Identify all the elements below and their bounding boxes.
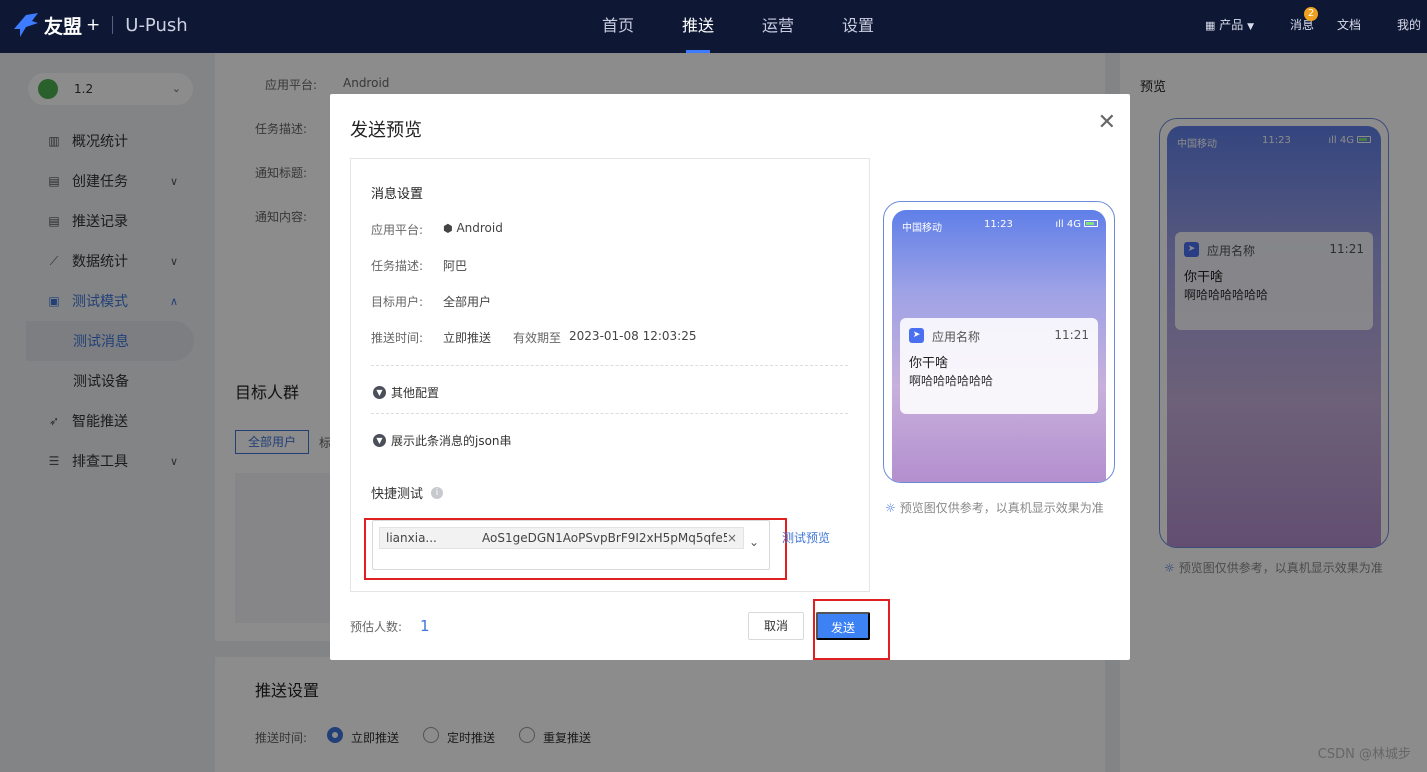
- dashed-divider: [371, 365, 848, 366]
- preview-hint-text: 预览图仅供参考，以真机显示效果为准: [899, 501, 1104, 515]
- estimate-value: 1: [420, 617, 430, 635]
- umeng-logo[interactable]: 友盟 + U-Push: [12, 10, 188, 40]
- caret-down-icon: ▼: [1247, 22, 1254, 32]
- product-name: U-Push: [125, 14, 188, 36]
- chevron-down-circle-icon: ▼: [373, 434, 386, 447]
- other-config-toggle[interactable]: ▼ 其他配置: [373, 384, 439, 401]
- highlight-box-send: [813, 599, 890, 660]
- cancel-button[interactable]: 取消: [748, 612, 804, 640]
- brand-name: 友盟: [44, 15, 83, 38]
- signal-indicator: ıll 4G: [1055, 219, 1098, 230]
- chevron-down-circle-icon: ▼: [373, 386, 386, 399]
- target-row: 目标用户: 全部用户: [371, 293, 491, 310]
- app-icon: ➤: [909, 328, 924, 343]
- products-label: 产品: [1219, 18, 1244, 32]
- nav-push[interactable]: 推送: [658, 0, 738, 53]
- desc-row: 任务描述: 阿巴: [371, 257, 467, 274]
- platform-key: 应用平台:: [371, 223, 424, 237]
- lightbulb-icon: ☼: [885, 500, 896, 515]
- test-preview-link[interactable]: 测试预览: [782, 529, 830, 546]
- umeng-bird-icon: [14, 13, 38, 37]
- android-icon: ⬢: [443, 222, 453, 235]
- notif-time: 11:21: [1054, 328, 1089, 342]
- quick-test-heading: 快捷测试 i: [371, 483, 444, 502]
- grid-icon: ▦: [1205, 19, 1216, 32]
- watermark: CSDN @林城步: [1317, 747, 1411, 762]
- logo-divider: [112, 16, 114, 34]
- other-config-label: 其他配置: [391, 386, 440, 400]
- dashed-divider: [371, 413, 848, 414]
- show-json-toggle[interactable]: ▼ 展示此条消息的json串: [373, 432, 512, 449]
- time-key: 推送时间:: [371, 331, 424, 345]
- status-time: 11:23: [984, 219, 1013, 230]
- platform-row: 应用平台: ⬢ Android: [371, 221, 503, 238]
- brand-plus: +: [86, 15, 101, 35]
- notif-app-name: 应用名称: [932, 330, 981, 344]
- mine-link[interactable]: 我的: [1397, 0, 1421, 53]
- carrier-label: 中国移动: [902, 223, 942, 234]
- desc-key: 任务描述:: [371, 259, 424, 273]
- estimate-label: 预估人数:: [350, 619, 403, 634]
- close-icon[interactable]: ✕: [1098, 112, 1116, 134]
- desc-value: 阿巴: [443, 259, 468, 273]
- nav-settings[interactable]: 设置: [818, 0, 898, 53]
- estimate-row: 预估人数: 1: [350, 617, 430, 635]
- notification-card: ➤ 应用名称 11:21 你干啥 啊哈哈哈哈哈哈: [900, 318, 1098, 414]
- target-value: 全部用户: [443, 295, 492, 309]
- highlight-box-select: [364, 518, 787, 580]
- valid-until-value: 2023-01-08 12:03:25: [569, 329, 697, 343]
- message-count-badge: 2: [1304, 7, 1318, 21]
- preview-hint: ☼ 预览图仅供参考，以真机显示效果为准: [885, 499, 1104, 516]
- time-row: 推送时间: 立即推送 有效期至 2023-01-08 12:03:25: [371, 329, 696, 346]
- platform-value: ⬢ Android: [443, 221, 503, 235]
- notif-body: 啊哈哈哈哈哈哈: [909, 374, 994, 388]
- top-navigation-bar: 友盟 + U-Push 首页 推送 运营 设置 ▦ 产品 ▼ 消息 2 文档 我…: [0, 0, 1427, 53]
- messages-link[interactable]: 消息 2: [1290, 0, 1318, 53]
- time-value: 立即推送: [443, 331, 492, 345]
- quick-test-label: 快捷测试: [371, 487, 424, 502]
- section-title: 消息设置: [371, 187, 424, 202]
- main-nav: 首页 推送 运营 设置: [578, 0, 898, 53]
- notif-title: 你干啥: [909, 356, 949, 371]
- products-menu[interactable]: ▦ 产品 ▼: [1205, 0, 1254, 53]
- target-key: 目标用户:: [371, 295, 424, 309]
- battery-icon: [1084, 220, 1098, 227]
- nav-home[interactable]: 首页: [578, 0, 658, 53]
- send-preview-dialog: 发送预览 ✕ 消息设置 应用平台: ⬢ Android 任务描述: 阿巴 目标用…: [330, 94, 1130, 660]
- phone-preview: 中国移动 11:23 ıll 4G ➤ 应用名称 11:21 你干啥 啊哈哈哈哈…: [883, 201, 1115, 483]
- valid-until-key: 有效期至: [513, 331, 562, 345]
- docs-link[interactable]: 文档: [1337, 0, 1361, 53]
- dialog-title: 发送预览: [350, 120, 422, 141]
- info-icon[interactable]: i: [431, 486, 444, 499]
- nav-operations[interactable]: 运营: [738, 0, 818, 53]
- show-json-label: 展示此条消息的json串: [391, 434, 512, 448]
